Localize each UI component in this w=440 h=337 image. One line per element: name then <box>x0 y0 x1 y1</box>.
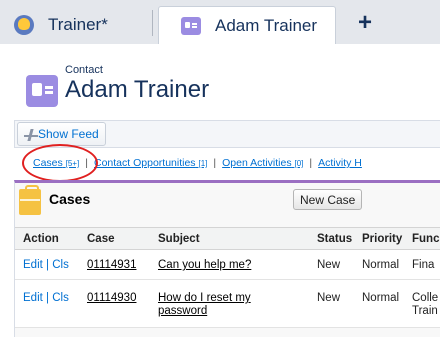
record-header: Contact Adam Trainer <box>0 44 440 110</box>
feed-bar: Show Feed <box>14 120 440 148</box>
edit-link[interactable]: Edit <box>23 259 43 271</box>
column-header-action[interactable]: Action <box>23 233 59 245</box>
related-link-open-activities[interactable]: Open Activities [0] <box>222 157 303 169</box>
new-case-button[interactable]: New Case <box>293 189 363 210</box>
case-function: Fina <box>412 259 435 271</box>
column-header-status[interactable]: Status <box>317 233 352 245</box>
tab-bar: Trainer* Adam Trainer + <box>0 0 440 45</box>
tab-divider <box>152 10 153 36</box>
related-link-contact-opportunities[interactable]: Contact Opportunities [1] <box>94 157 207 169</box>
close-link[interactable]: Cls <box>52 292 69 304</box>
show-feed-label: Show Feed <box>38 127 99 141</box>
row-actions: Edit | Cls <box>23 292 69 304</box>
column-header-subject[interactable]: Subject <box>158 233 200 245</box>
case-status: New <box>317 259 341 271</box>
tab-adam-trainer-label: Adam Trainer <box>215 16 318 35</box>
case-number-link[interactable]: 01114931 <box>87 259 136 272</box>
tab-trainer[interactable]: Trainer* <box>14 6 154 44</box>
related-link-activity-history[interactable]: Activity H <box>318 157 362 169</box>
contact-record-icon <box>26 75 58 107</box>
record-name: Adam Trainer <box>65 76 210 103</box>
column-header-function[interactable]: Func <box>412 233 439 245</box>
separator: | <box>213 157 217 169</box>
table-row: Edit | Cls 01114930 How do I reset my pa… <box>15 280 440 328</box>
highlight-circle <box>22 144 98 182</box>
case-subject-link[interactable]: Can you help me? <box>158 259 251 272</box>
briefcase-icon <box>19 185 41 215</box>
object-type-label: Contact <box>65 64 103 76</box>
show-feed-button[interactable]: Show Feed <box>17 122 106 146</box>
row-actions: Edit | Cls <box>23 259 69 271</box>
separator: | <box>309 157 313 169</box>
case-status: New <box>317 292 341 304</box>
table-row: Edit | Cls 01114931 Can you help me? New… <box>15 250 440 280</box>
cases-title: Cases <box>49 191 91 207</box>
case-number-link[interactable]: 01114930 <box>87 292 136 305</box>
case-function: Colle Train <box>412 292 439 317</box>
cases-table-header: Action Case Subject Status Priority Func <box>15 227 440 250</box>
tab-trainer-label: Trainer* <box>48 15 108 34</box>
edit-link[interactable]: Edit <box>23 292 43 304</box>
case-priority: Normal <box>362 259 400 271</box>
case-subject-link[interactable]: How do I reset my password <box>158 292 251 318</box>
close-link[interactable]: Cls <box>52 259 69 271</box>
case-priority: Normal <box>362 292 400 304</box>
feed-icon <box>24 129 38 141</box>
add-tab-button[interactable]: + <box>350 4 380 42</box>
tab-adam-trainer[interactable]: Adam Trainer <box>158 6 336 45</box>
trainer-icon <box>14 15 34 35</box>
column-header-priority[interactable]: Priority <box>362 233 402 245</box>
contact-icon <box>181 17 201 35</box>
column-header-case[interactable]: Case <box>87 233 115 245</box>
cases-related-list: Cases New Case Action Case Subject Statu… <box>14 180 440 337</box>
